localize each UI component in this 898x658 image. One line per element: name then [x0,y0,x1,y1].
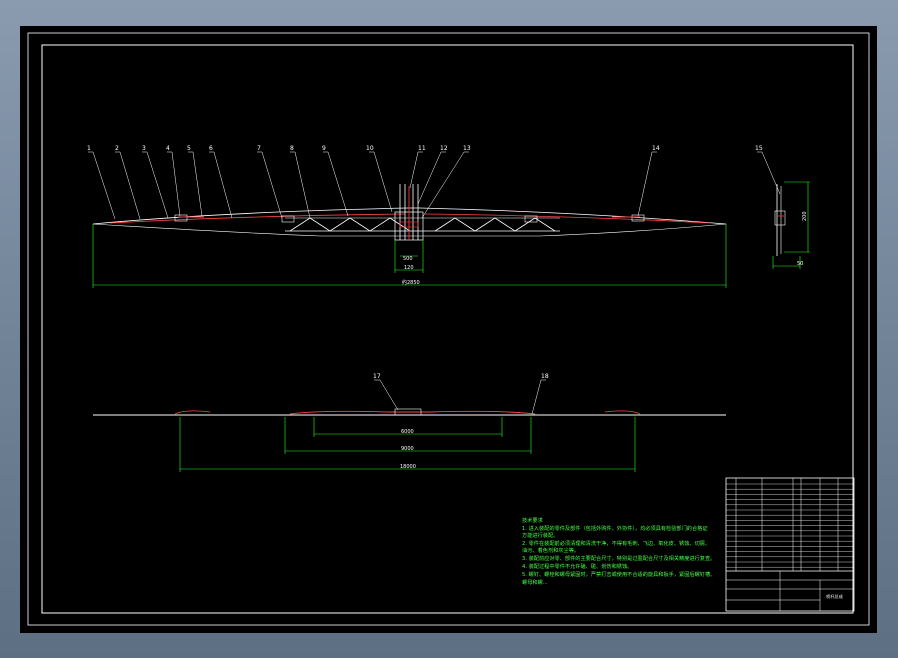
note-line: 方能进行装配。 [522,531,558,539]
dim-overall: 约2850 [402,279,420,286]
balloon-17: 17 [373,373,381,380]
note-line: 1. 进入装配的零件及部件（包括外购件、外协件），均必须具有检验部门的合格证 [522,524,708,532]
balloon-8: 8 [290,145,294,152]
balloon-5: 5 [187,145,191,152]
notes-title: 技术要求 [522,516,544,524]
dim-center-2: 120 [404,265,414,271]
balloon-13: 13 [463,145,471,152]
outer-frame [27,32,870,626]
drawing-sheet: 1 2 3 4 5 6 7 8 9 10 11 12 13 14 15 约285… [20,26,877,633]
balloon-3: 3 [142,145,146,152]
balloon-14: 14 [652,145,660,152]
note-line: 5. 螺钉、螺栓和螺母紧固时，严禁打击或使用不合适的旋具和扳手，紧固后螺钉槽、 [522,570,715,578]
balloon-9: 9 [322,145,326,152]
title-block: 喷杆总成 [725,477,855,612]
balloon-10: 10 [366,145,374,152]
note-line: 螺母和螺... [522,578,548,586]
balloon-4: 4 [166,145,170,152]
balloon-2: 2 [115,145,119,152]
dim-middle: 9000 [401,446,414,452]
dim-side-height: 200 [802,211,808,221]
side-view: 200 50 [772,181,810,269]
balloon-7: 7 [257,145,261,152]
note-line: 3. 装配前应对零、部件的主要配合尺寸，特别是过盈配合尺寸及相关精度进行复查。 [522,554,715,562]
balloon-12: 12 [440,145,448,152]
technical-notes: 技术要求 1. 进入装配的零件及部件（包括外购件、外协件），均必须具有检验部门的… [522,516,715,586]
balloon-6: 6 [209,145,213,152]
note-line: 2. 零件在装配前必须清理和清洗干净，不得有毛刺、飞边、氧化皮、锈蚀、切屑、 [522,539,710,547]
balloon-1: 1 [87,145,91,152]
inner-frame [41,44,854,614]
balloon-11: 11 [418,145,426,152]
bottom-view: 17 18 6000 9000 18000 [93,373,726,472]
note-line: 4. 装配过程中零件不允许磕、碰、划伤和锈蚀。 [522,562,632,570]
balloon-15: 15 [755,145,763,152]
drawing-title: 喷杆总成 [826,593,843,600]
dim-outer: 18000 [400,464,416,470]
cad-drawing: 1 2 3 4 5 6 7 8 9 10 11 12 13 14 15 约285… [27,32,870,626]
balloon-18: 18 [541,373,549,380]
top-view: 1 2 3 4 5 6 7 8 9 10 11 12 13 14 15 约285… [87,145,781,288]
dim-side-width: 50 [797,261,803,267]
note-line: 油污、着色剂和灰尘等。 [522,546,579,554]
dim-inner: 6000 [401,429,414,435]
dim-center-1: 500 [403,256,413,262]
